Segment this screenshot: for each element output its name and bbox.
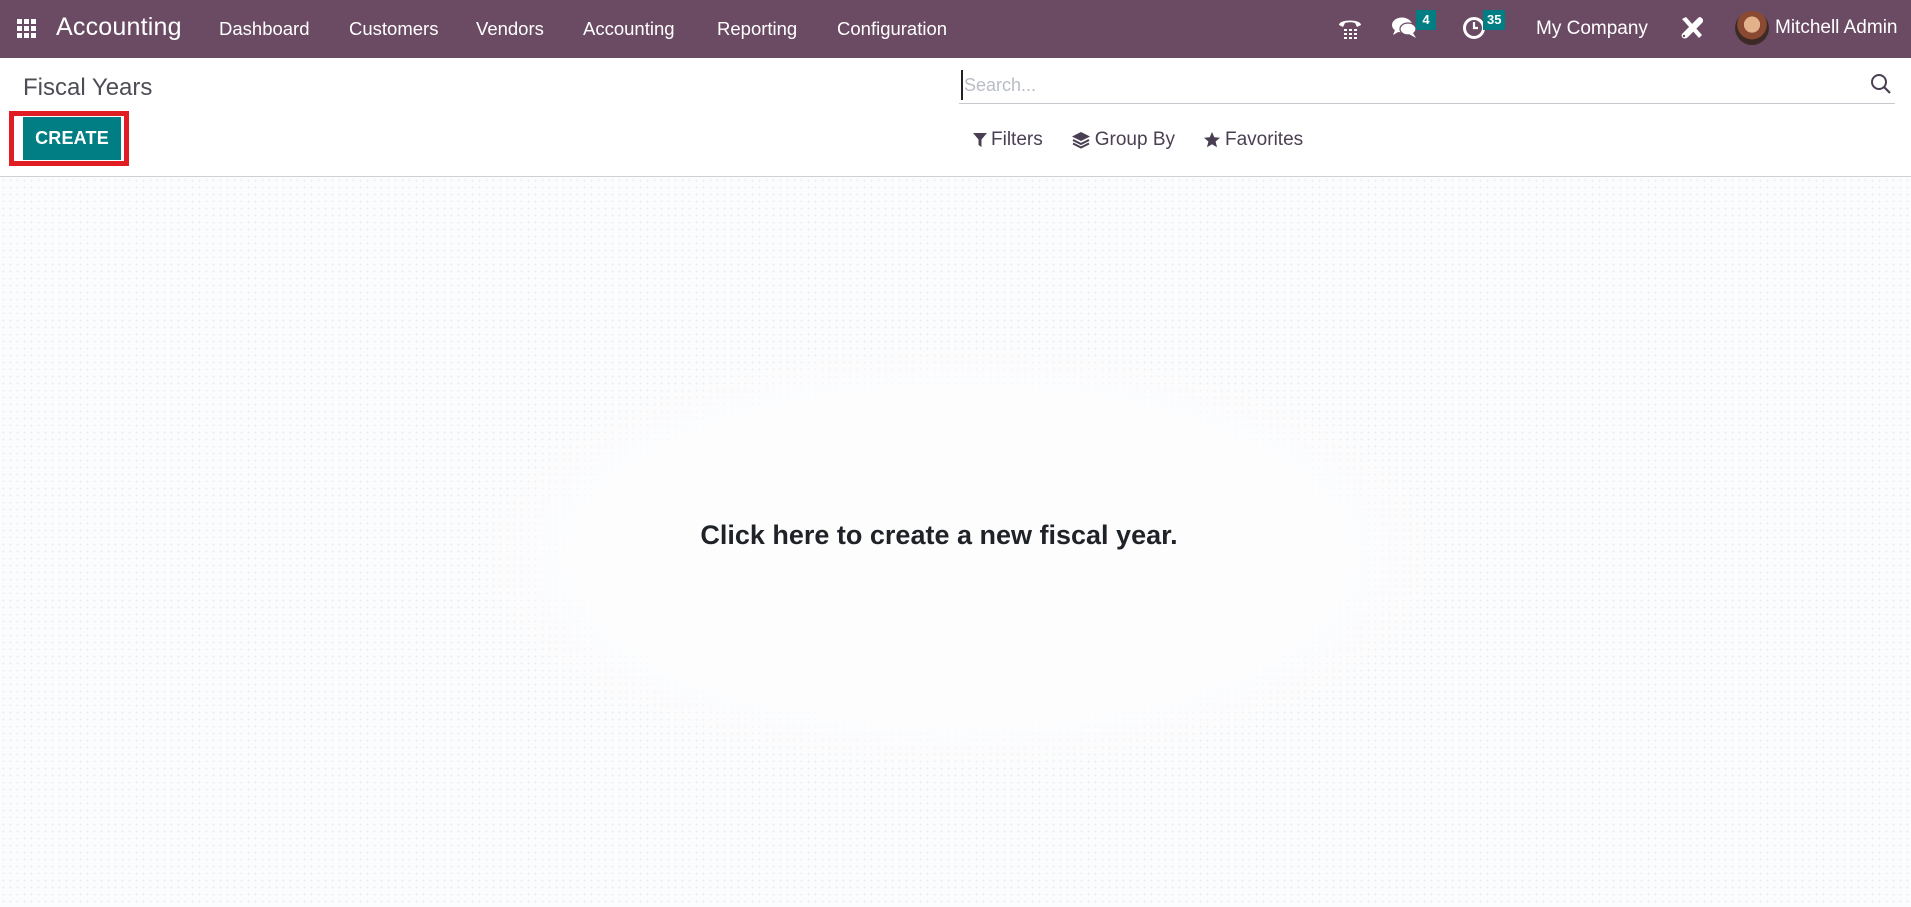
phone-icon[interactable] [1337,15,1363,46]
tools-icon[interactable] [1678,14,1706,47]
menu-item-reporting[interactable]: Reporting [717,18,797,40]
group-by-button[interactable]: Group By [1071,129,1175,151]
activities-count-badge: 35 [1483,10,1506,30]
star-icon [1204,132,1220,148]
group-by-label: Group By [1094,129,1175,150]
user-name: Mitchell Admin [1775,17,1898,38]
avatar [1735,11,1769,45]
menu-item-dashboard[interactable]: Dashboard [219,18,310,40]
filters-label: Filters [991,129,1043,150]
layers-icon [1071,132,1090,149]
create-button[interactable]: CREATE [23,117,121,160]
app-name[interactable]: Accounting [56,13,182,42]
favorites-button[interactable]: Favorites [1203,129,1303,151]
messages-count-badge: 4 [1416,10,1436,30]
menu-item-accounting[interactable]: Accounting [583,18,675,40]
page-title: Fiscal Years [23,74,153,101]
search-icon[interactable] [1869,72,1893,96]
filter-icon [973,133,987,147]
search-bar [959,68,1895,104]
menu-item-customers[interactable]: Customers [349,18,438,40]
search-input[interactable] [961,70,1841,100]
favorites-label: Favorites [1225,129,1304,150]
company-switcher[interactable]: My Company [1536,18,1648,40]
user-menu[interactable]: Mitchell Admin [1735,11,1898,45]
empty-state-background [480,347,1440,767]
control-panel: Fiscal Years CREATE Filters Group By [0,58,1911,177]
menu-item-vendors[interactable]: Vendors [476,18,544,40]
top-navbar: Accounting Dashboard Customers Vendors A… [0,0,1911,58]
menu-item-configuration[interactable]: Configuration [837,18,947,40]
list-view-empty-state: Click here to create a new fiscal year. [0,177,1911,907]
apps-menu-icon[interactable] [17,19,37,39]
empty-state-help-text[interactable]: Click here to create a new fiscal year. [0,520,1911,551]
search-options: Filters Group By Favorites [973,129,1331,151]
filters-button[interactable]: Filters [973,129,1043,151]
chat-bubbles-icon[interactable] [1391,16,1419,45]
